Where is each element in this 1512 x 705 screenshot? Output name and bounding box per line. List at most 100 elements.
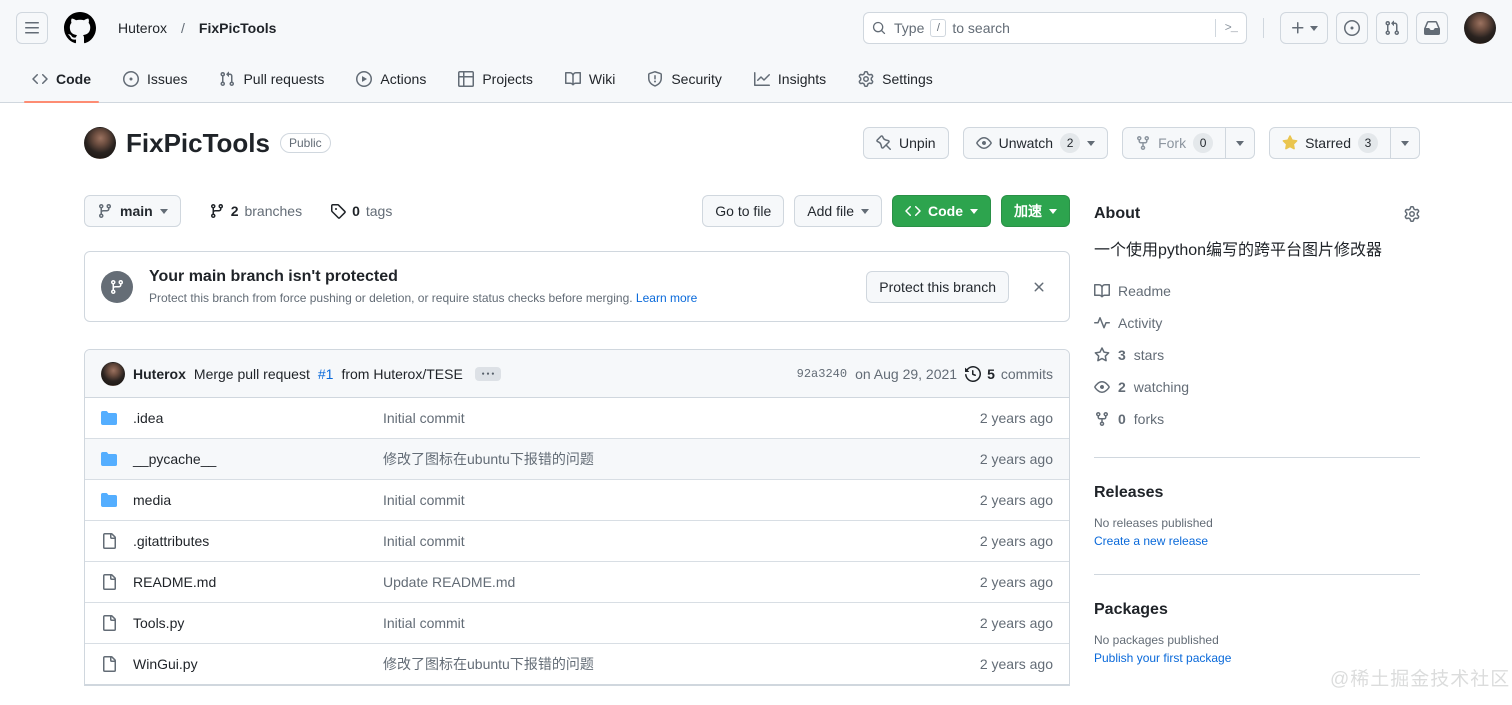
- file-name-link[interactable]: README.md: [133, 574, 383, 590]
- create-new-button[interactable]: [1280, 12, 1328, 44]
- commit-message[interactable]: Merge pull request: [194, 366, 310, 382]
- file-name-link[interactable]: Tools.py: [133, 615, 383, 631]
- git-pull-request-icon: [219, 71, 235, 87]
- tab-wiki[interactable]: Wiki: [557, 56, 623, 102]
- file-row: __pycache__ 修改了图标在ubuntu下报错的问题 2 years a…: [85, 439, 1069, 480]
- repo-nav: Code Issues Pull requests Actions Projec…: [0, 56, 1512, 103]
- file-name-link[interactable]: .gitattributes: [133, 533, 383, 549]
- breadcrumb-repo[interactable]: FixPicTools: [193, 16, 283, 40]
- tab-pull-requests[interactable]: Pull requests: [211, 56, 332, 102]
- tab-insights[interactable]: Insights: [746, 56, 834, 102]
- breadcrumb-separator: /: [181, 20, 185, 36]
- file-commit-message-link[interactable]: Initial commit: [383, 492, 913, 508]
- file-name-link[interactable]: WinGui.py: [133, 656, 383, 672]
- user-avatar[interactable]: [1464, 12, 1496, 44]
- add-file-button[interactable]: Add file: [794, 195, 882, 227]
- learn-more-link[interactable]: Learn more: [636, 291, 697, 305]
- starred-button[interactable]: Starred 3: [1269, 127, 1391, 159]
- tab-issues[interactable]: Issues: [115, 56, 195, 102]
- latest-commit-bar: Huterox Merge pull request #1 from Huter…: [85, 350, 1069, 398]
- banner-close-button[interactable]: [1025, 273, 1053, 301]
- repo-owner-avatar[interactable]: [84, 127, 116, 159]
- commit-hash-link[interactable]: 92a3240: [797, 367, 847, 381]
- star-split-button: Starred 3: [1269, 127, 1420, 159]
- tab-projects[interactable]: Projects: [450, 56, 541, 102]
- banner-description-text: Protect this branch from force pushing o…: [149, 291, 633, 305]
- readme-link[interactable]: Readme: [1094, 279, 1420, 303]
- stars-link[interactable]: 3 stars: [1094, 343, 1420, 367]
- breadcrumb: Huterox / FixPicTools: [112, 16, 282, 40]
- unpin-button[interactable]: Unpin: [863, 127, 949, 159]
- accelerate-button[interactable]: 加速: [1001, 195, 1070, 227]
- file-name-link[interactable]: .idea: [133, 410, 383, 426]
- create-release-link[interactable]: Create a new release: [1094, 534, 1420, 548]
- fork-button[interactable]: Fork 0: [1122, 127, 1227, 159]
- eye-icon: [976, 135, 992, 151]
- fork-split-button: Fork 0: [1122, 127, 1256, 159]
- fork-count: 0: [1193, 133, 1214, 153]
- github-logo-icon[interactable]: [64, 12, 96, 44]
- star-icon: [1094, 347, 1110, 363]
- file-commit-message-link[interactable]: Initial commit: [383, 533, 913, 549]
- commit-author[interactable]: Huterox: [133, 366, 186, 382]
- commit-author-avatar[interactable]: [101, 361, 125, 386]
- commit-history-link[interactable]: 5 commits: [965, 365, 1053, 382]
- commit-message-rest[interactable]: from Huterox/TESE: [341, 366, 462, 382]
- tab-label: Code: [56, 71, 91, 87]
- chevron-down-icon: [970, 208, 978, 214]
- file-commit-message-link[interactable]: Initial commit: [383, 410, 913, 426]
- tab-settings[interactable]: Settings: [850, 56, 941, 102]
- file-row: Tools.py Initial commit 2 years ago: [85, 603, 1069, 644]
- play-icon: [356, 71, 372, 87]
- branch-selector-button[interactable]: main: [84, 195, 181, 227]
- file-name-link[interactable]: media: [133, 492, 383, 508]
- pull-requests-global-button[interactable]: [1376, 12, 1408, 44]
- star-fill-icon: [1282, 135, 1298, 151]
- tab-actions[interactable]: Actions: [348, 56, 434, 102]
- chevron-down-icon: [1401, 140, 1409, 146]
- watching-link[interactable]: 2 watching: [1094, 375, 1420, 399]
- pr-number-link[interactable]: #1: [318, 366, 334, 382]
- folder-icon: [101, 492, 117, 508]
- file-age: 2 years ago: [979, 656, 1053, 672]
- packages-title[interactable]: Packages: [1094, 601, 1420, 619]
- forks-link[interactable]: 0 forks: [1094, 407, 1420, 431]
- file-row: WinGui.py 修改了图标在ubuntu下报错的问题 2 years ago: [85, 644, 1069, 685]
- tags-link[interactable]: 0 tags: [330, 203, 392, 219]
- commit-description-toggle[interactable]: [474, 366, 501, 381]
- code-download-button[interactable]: Code: [892, 195, 991, 227]
- command-palette-hint[interactable]: >_: [1214, 19, 1238, 37]
- protect-branch-button[interactable]: Protect this branch: [866, 270, 1009, 303]
- activity-link[interactable]: Activity: [1094, 311, 1420, 335]
- hamburger-menu-button[interactable]: [16, 12, 48, 44]
- eye-icon: [1094, 379, 1110, 395]
- file-name-link[interactable]: __pycache__: [133, 451, 383, 467]
- publish-package-link[interactable]: Publish your first package: [1094, 651, 1420, 665]
- commits-label: commits: [1000, 365, 1053, 382]
- inbox-icon: [1424, 20, 1440, 36]
- global-search-input[interactable]: Type / to search >_: [863, 12, 1247, 44]
- star-dropdown-button[interactable]: [1391, 127, 1420, 159]
- file-commit-message-link[interactable]: Update README.md: [383, 574, 913, 590]
- notifications-inbox-button[interactable]: [1416, 12, 1448, 44]
- issues-global-button[interactable]: [1336, 12, 1368, 44]
- go-to-file-button[interactable]: Go to file: [702, 195, 785, 227]
- fork-dropdown-button[interactable]: [1226, 127, 1256, 159]
- chevron-down-icon: [1310, 25, 1318, 31]
- folder-icon: [101, 410, 117, 426]
- repo-title[interactable]: FixPicTools: [126, 128, 270, 159]
- tab-security[interactable]: Security: [639, 56, 730, 102]
- about-title: About: [1094, 205, 1141, 222]
- file-commit-message-link[interactable]: 修改了图标在ubuntu下报错的问题: [383, 449, 913, 469]
- edit-about-button[interactable]: [1404, 206, 1420, 222]
- breadcrumb-owner[interactable]: Huterox: [112, 16, 173, 40]
- tab-code[interactable]: Code: [24, 56, 99, 103]
- file-commit-message-link[interactable]: Initial commit: [383, 615, 913, 631]
- tag-icon: [330, 203, 346, 219]
- file-commit-message-link[interactable]: 修改了图标在ubuntu下报错的问题: [383, 654, 913, 674]
- unwatch-button[interactable]: Unwatch 2: [962, 127, 1109, 159]
- visibility-badge: Public: [280, 133, 331, 153]
- branches-link[interactable]: 2 branches: [209, 203, 302, 219]
- file-age: 2 years ago: [979, 615, 1053, 631]
- releases-title[interactable]: Releases: [1094, 484, 1420, 502]
